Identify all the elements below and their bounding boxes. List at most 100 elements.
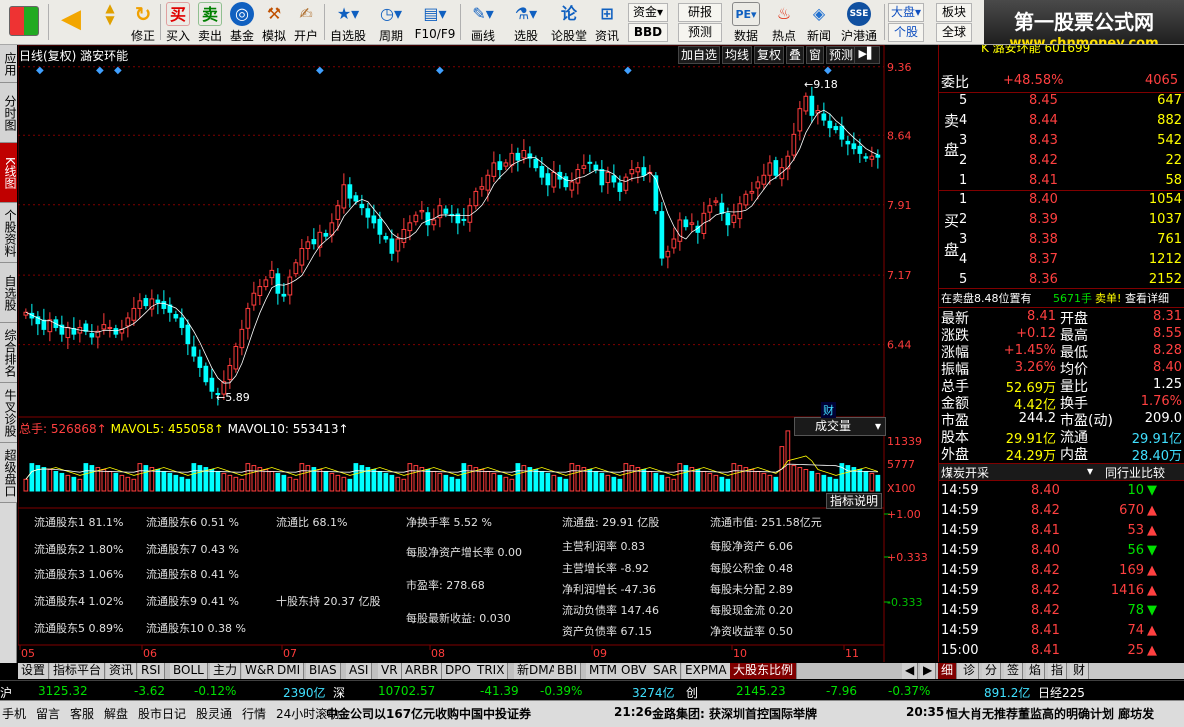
event-marker-icon[interactable]: ◆ [114, 65, 122, 76]
status-link-5[interactable]: 股灵通 [196, 705, 232, 722]
refresh-button[interactable]: ↻ 修正 [128, 2, 158, 44]
right-tab-3[interactable]: 签 [1004, 663, 1024, 679]
left-tab-5[interactable]: 综合排名 [0, 323, 17, 383]
global-button[interactable]: 全球 [936, 23, 972, 42]
scroll-left-icon[interactable]: ◀ [902, 663, 919, 679]
indicator-tab-10[interactable]: VR [378, 663, 402, 679]
research-button[interactable]: 研报 [678, 3, 722, 22]
indicator-tab-5[interactable]: 主力 [210, 663, 242, 679]
draw-line-button[interactable]: ✎▾ 画线 [464, 2, 502, 44]
right-tab-1[interactable]: 诊 [960, 663, 980, 679]
status-link-6[interactable]: 行情 [242, 705, 266, 722]
indicator-tab-19[interactable]: EXPMA [682, 663, 731, 679]
indicator-help-button[interactable]: 指标说明 [826, 493, 882, 509]
news-ticker-3[interactable]: 恒大肖无推荐董监高的明确计划 廊坊发 [946, 705, 1154, 722]
bbd-button[interactable]: BBD [628, 23, 668, 42]
right-tab-6[interactable]: 财 [1070, 663, 1090, 679]
event-marker-icon[interactable]: ◆ [316, 65, 324, 76]
industry-compare-button[interactable]: 同行业比较 [1105, 464, 1165, 481]
sector-button[interactable]: 板块 [936, 3, 972, 22]
left-tab-3[interactable]: 个股资料 [0, 203, 17, 263]
right-tab-2[interactable]: 分 [982, 663, 1002, 679]
indicator-tab-15[interactable]: BBI [554, 663, 582, 679]
chart-button-0[interactable]: 加自选 [678, 46, 720, 64]
news-ticker-1[interactable]: 中金公司以167亿元收购中国中投证券 [326, 705, 531, 722]
event-marker-icon[interactable]: ◆ [624, 65, 632, 76]
sell-price[interactable]: 8.44 [1029, 113, 1058, 128]
indicator-tab-18[interactable]: SAR [650, 663, 682, 679]
sse-hke-button[interactable]: SSE 沪港通 [838, 2, 880, 44]
chart-button-2[interactable]: 复权 [754, 46, 784, 64]
sell-button[interactable]: 卖 卖出 [196, 2, 224, 44]
industry-name[interactable]: 煤炭开采 [941, 464, 989, 481]
event-marker-icon[interactable]: ◆ [436, 65, 444, 76]
back-button[interactable]: ◀ [54, 2, 88, 44]
news-paper-button[interactable]: ◈ 新闻 [804, 2, 834, 44]
view-details-link[interactable]: 查看详细 [1125, 290, 1169, 306]
kline-chart-panel[interactable]: 9.36 8.64 7.91 7.17 6.44 ←9.18 ←5.89 ◆ ◆ ◆ ◆ ◆ ◆ ◆ 113… [18, 45, 937, 662]
status-link-0[interactable]: 手机 [2, 705, 26, 722]
hot-button[interactable]: ♨ 热点 [768, 2, 800, 44]
left-tab-6[interactable]: 牛叉诊股 [0, 383, 17, 443]
sell-price[interactable]: 8.42 [1029, 153, 1058, 168]
simulate-button[interactable]: ⚒ 模拟 [260, 2, 288, 44]
event-marker-icon[interactable]: ◆ [96, 65, 104, 76]
indicator-tab-1[interactable]: 指标平台 [50, 663, 106, 679]
f10-button[interactable]: ▤▾ F10/F9 [412, 2, 458, 44]
buy-price[interactable]: 8.40 [1029, 192, 1058, 207]
status-link-4[interactable]: 股市日记 [138, 705, 186, 722]
indicator-tab-12[interactable]: DPO [442, 663, 475, 679]
status-link-1[interactable]: 留言 [36, 705, 60, 722]
home-button[interactable] [6, 2, 42, 44]
indicator-tab-7[interactable]: DMI [274, 663, 305, 679]
indicator-tab-8[interactable]: BIAS [306, 663, 341, 679]
open-account-button[interactable]: ✍ 开户 [292, 2, 320, 44]
indicator-tab-4[interactable]: BOLL [170, 663, 208, 679]
forum-button[interactable]: 论 论股堂 [550, 2, 588, 44]
forecast-button[interactable]: 预测 [678, 23, 722, 42]
chart-button-5[interactable]: 预测 [826, 46, 856, 64]
left-tab-0[interactable]: 应用 [0, 45, 17, 83]
chart-button-4[interactable]: 窗 [806, 46, 824, 64]
indicator-tab-0[interactable]: 设置 [18, 663, 50, 679]
funds-button[interactable]: 资金▾ [628, 3, 668, 22]
right-tab-0[interactable]: 细 [938, 663, 958, 679]
indicator-tab-2[interactable]: 资讯 [106, 663, 138, 679]
left-tab-1[interactable]: 分时图 [0, 83, 17, 143]
buy-price[interactable]: 8.37 [1029, 252, 1058, 267]
indicator-tab-3[interactable]: RSI [138, 663, 165, 679]
data-button[interactable]: PE▾ 数据 [728, 2, 764, 44]
favorites-button[interactable]: ★▾ 自选股 [328, 2, 368, 44]
status-link-3[interactable]: 解盘 [104, 705, 128, 722]
buy-button[interactable]: 买 买入 [164, 2, 192, 44]
indicator-tab-16[interactable]: MTM [586, 663, 622, 679]
sell-price[interactable]: 8.43 [1029, 133, 1058, 148]
expand-icon[interactable]: ▶▌ [854, 46, 880, 64]
volume-indicator-select[interactable]: 成交量 ▾ [794, 417, 886, 436]
indicator-tab-11[interactable]: ARBR [402, 663, 443, 679]
news-button[interactable]: ⊞ 资讯 [592, 2, 622, 44]
event-marker-icon[interactable]: ◆ [824, 65, 832, 76]
chart-button-1[interactable]: 均线 [722, 46, 752, 64]
sell-price[interactable]: 8.41 [1029, 173, 1058, 188]
indicator-tab-17[interactable]: OBV [618, 663, 651, 679]
period-button[interactable]: ◷▾ 周期 [372, 2, 410, 44]
indicator-tab-9[interactable]: ASI [346, 663, 373, 679]
buy-price[interactable]: 8.39 [1029, 212, 1058, 227]
finance-marker[interactable]: 财 [821, 402, 836, 418]
scroll-right-icon[interactable]: ▶ [920, 663, 937, 679]
fund-button[interactable]: ◎ 基金 [228, 2, 256, 44]
left-tab-4[interactable]: 自选股 [0, 263, 17, 323]
right-tab-5[interactable]: 指 [1048, 663, 1068, 679]
status-link-2[interactable]: 客服 [70, 705, 94, 722]
buy-price[interactable]: 8.38 [1029, 232, 1058, 247]
chart-button-3[interactable]: 叠 [786, 46, 804, 64]
news-ticker-2[interactable]: 金路集团: 获深圳首控国际举牌 [652, 705, 817, 722]
group-button[interactable]: 个股 [888, 23, 924, 42]
stock-pick-button[interactable]: ⚗▾ 选股 [506, 2, 546, 44]
indicator-tab-13[interactable]: TRIX [474, 663, 509, 679]
left-tab-2[interactable]: K线图 [0, 143, 17, 203]
buy-price[interactable]: 8.36 [1029, 272, 1058, 287]
sell-price[interactable]: 8.45 [1029, 93, 1058, 108]
right-tab-4[interactable]: 焰 [1026, 663, 1046, 679]
